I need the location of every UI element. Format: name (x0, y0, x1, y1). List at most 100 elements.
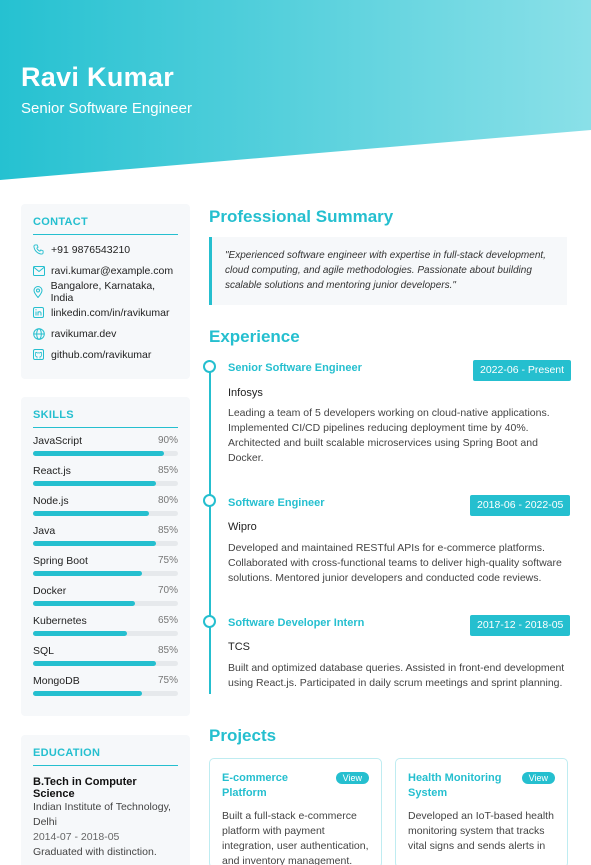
project-card: E-commerce Platform View Built a full-st… (209, 758, 382, 865)
project-view-button[interactable]: View (521, 772, 555, 784)
education-note: Graduated with distinction. (33, 846, 157, 858)
contact-email-text: ravi.kumar@example.com (51, 264, 174, 277)
job-dates-badge: 2018-06 - 2022-05 (470, 495, 571, 516)
skill-name: Node.js (33, 495, 69, 507)
globe-icon (33, 327, 51, 341)
skill-percent: 65% (157, 615, 178, 626)
summary-text: "Experienced software engineer with expe… (209, 237, 567, 305)
timeline-dot (203, 360, 216, 373)
contact-location: Bangalore, Karnataka, India (33, 280, 178, 304)
skill-name: Spring Boot (33, 555, 88, 567)
contact-phone-text: +91 9876543210 (51, 243, 131, 256)
timeline-dot (203, 615, 216, 628)
skills-card: SKILLS JavaScript 90% React.js 85% Node.… (21, 397, 190, 716)
skill-bar-track (33, 631, 178, 636)
skill-item: SQL 85% (33, 638, 178, 668)
projects-heading: Projects (209, 726, 277, 745)
education-heading: EDUCATION (33, 747, 178, 766)
skill-name: Docker (33, 585, 67, 597)
skill-item: Java 85% (33, 518, 178, 548)
skill-percent: 70% (157, 585, 178, 596)
skill-item: Docker 70% (33, 578, 178, 608)
summary-heading: Professional Summary (209, 207, 394, 226)
skill-bar-fill (33, 541, 157, 546)
job-description: Leading a team of 5 developers working o… (228, 407, 550, 464)
contact-website-text: ravikumar.dev (51, 327, 117, 340)
skill-bar-track (33, 691, 178, 696)
skill-bar-track (33, 451, 178, 456)
phone-icon (33, 243, 51, 257)
resume-header: Ravi Kumar Senior Software Engineer (0, 0, 591, 185)
skill-bar-fill (33, 691, 142, 696)
skill-percent: 75% (157, 675, 178, 686)
skill-name: Java (33, 525, 56, 537)
project-description: Developed an IoT-based health monitoring… (408, 810, 554, 852)
contact-phone[interactable]: +91 9876543210 (33, 239, 178, 260)
skill-bar-fill (33, 481, 157, 486)
location-icon (33, 285, 51, 299)
skill-bar-track (33, 571, 178, 576)
education-card: EDUCATION B.Tech in Computer Science Ind… (21, 735, 190, 865)
skill-name: SQL (33, 645, 55, 657)
skill-name: React.js (33, 465, 71, 477)
skill-item: JavaScript 90% (33, 428, 178, 458)
skill-bar-fill (33, 601, 135, 606)
person-name: Ravi Kumar (21, 62, 175, 92)
project-view-button[interactable]: View (335, 772, 369, 784)
skill-percent: 85% (157, 525, 178, 536)
linkedin-icon (33, 306, 51, 320)
job-title-1: Senior Software Engineer (228, 362, 362, 374)
skill-bar-track (33, 541, 178, 546)
skill-bar-track (33, 661, 178, 666)
github-icon (33, 348, 51, 362)
skill-item: React.js 85% (33, 458, 178, 488)
skill-name: Kubernetes (33, 615, 87, 627)
contact-card: CONTACT +91 9876543210 ravi.kumar@exampl… (21, 204, 190, 379)
project-title: Health Monitoring System (408, 772, 502, 799)
contact-github-text: github.com/ravikumar (51, 348, 152, 361)
skill-bar-fill (33, 631, 128, 636)
education-institution-city: Delhi (33, 816, 57, 828)
skill-name: MongoDB (33, 675, 80, 687)
contact-github[interactable]: github.com/ravikumar (33, 344, 178, 365)
job-description: Built and optimized database queries. As… (228, 662, 565, 689)
skill-percent: 85% (157, 645, 178, 656)
skill-bar-fill (33, 661, 157, 666)
skill-bar-fill (33, 451, 164, 456)
skill-item: MongoDB 75% (33, 668, 178, 698)
skill-item: Kubernetes 65% (33, 608, 178, 638)
skill-percent: 85% (157, 465, 178, 476)
contact-website[interactable]: ravikumar.dev (33, 323, 178, 344)
timeline-dot (203, 494, 216, 507)
skill-item: Node.js 80% (33, 488, 178, 518)
job-description: Developed and maintained RESTful APIs fo… (228, 542, 562, 584)
contact-heading: CONTACT (33, 216, 178, 235)
education-institution: Indian Institute of Technology, (33, 801, 171, 813)
skill-bar-track (33, 601, 178, 606)
skill-percent: 80% (157, 495, 178, 506)
project-description: Built a full-stack e-commerce platform w… (222, 810, 369, 865)
timeline-line (209, 367, 211, 694)
skills-heading: SKILLS (33, 409, 178, 428)
contact-linkedin-text: linkedin.com/in/ravikumar (51, 306, 170, 319)
email-icon (33, 264, 51, 278)
job-company: Infosys (228, 387, 263, 399)
skill-item: Spring Boot 75% (33, 548, 178, 578)
skill-bar-track (33, 511, 178, 516)
education-degree: B.Tech in Computer Science (33, 776, 137, 800)
experience-heading: Experience (209, 327, 300, 346)
project-card: Health Monitoring System View Developed … (395, 758, 568, 865)
job-dates-badge: 2022-06 - Present (473, 360, 572, 381)
job-title: Senior Software Engineer (21, 100, 192, 117)
skill-name: JavaScript (33, 435, 83, 447)
job-dates-badge: 2017-12 - 2018-05 (470, 615, 571, 636)
education-dates: 2014-07 - 2018-05 (33, 831, 120, 843)
skill-bar-fill (33, 571, 142, 576)
skill-bar-fill (33, 511, 149, 516)
job-title-3: Software Developer Intern (228, 617, 365, 629)
contact-email[interactable]: ravi.kumar@example.com (33, 260, 178, 281)
skill-bar-track (33, 481, 178, 486)
skill-percent: 90% (157, 435, 178, 446)
job-title-2: Software Engineer (228, 497, 325, 509)
contact-linkedin[interactable]: linkedin.com/in/ravikumar (33, 302, 178, 323)
